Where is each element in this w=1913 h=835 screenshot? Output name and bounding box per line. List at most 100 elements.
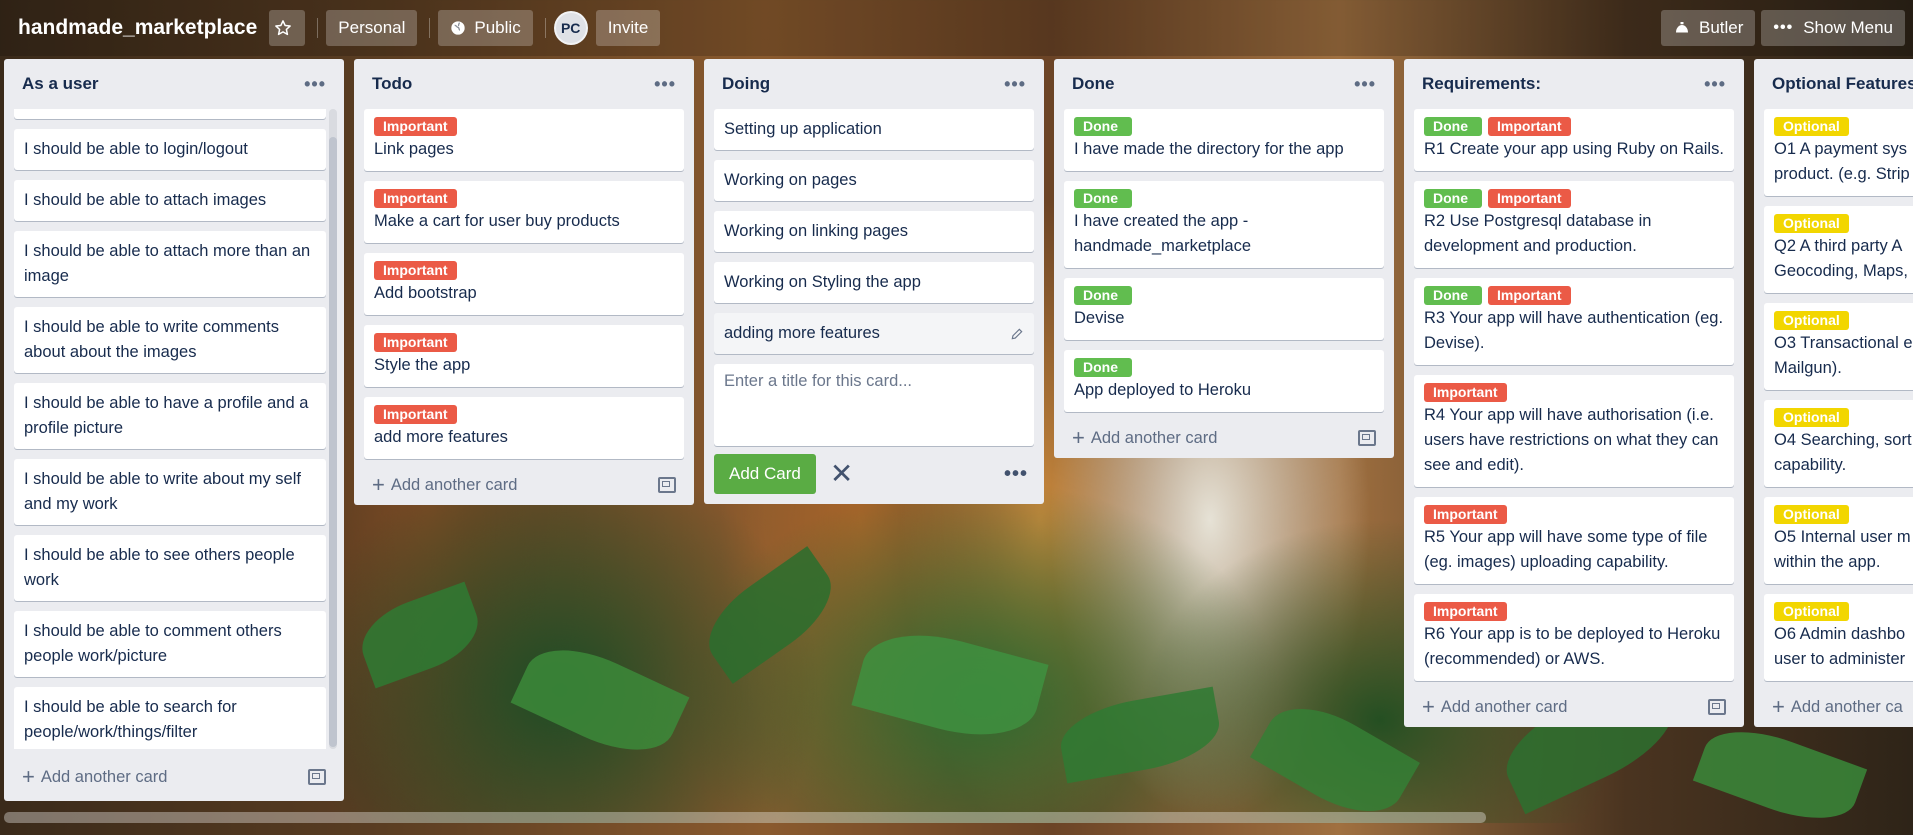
list-card[interactable]: Important Link pages <box>364 109 684 171</box>
plus-icon: + <box>1422 694 1435 719</box>
list-doing: Doing ••• Setting up application Working… <box>704 59 1044 504</box>
list-card[interactable]: Setting up application <box>714 109 1034 150</box>
list-card[interactable]: I should be able to comment others peopl… <box>14 611 326 677</box>
list-card[interactable]: Important Make a cart for user buy produ… <box>364 181 684 243</box>
list-card[interactable]: I should be able to attach more than an … <box>14 231 326 297</box>
list-card[interactable]: Important Style the app <box>364 325 684 387</box>
card-template-icon[interactable] <box>1708 699 1726 715</box>
add-card-label: Add another card <box>1440 697 1568 716</box>
add-card-button[interactable]: + Add another card <box>364 465 684 505</box>
visibility-button[interactable]: Public <box>438 10 533 46</box>
list-scrollbar[interactable] <box>329 109 337 749</box>
list-cards-scroll[interactable]: I should be able to login/logout I shoul… <box>14 109 326 749</box>
plus-icon: + <box>1072 425 1085 450</box>
label-done: Done <box>1074 286 1132 305</box>
list-card[interactable]: Working on pages <box>714 160 1034 201</box>
scrollbar-thumb[interactable] <box>329 137 337 747</box>
list-card[interactable]: Done I have created the app - handmade_m… <box>1064 181 1384 268</box>
list-card[interactable]: Done Devise <box>1064 278 1384 340</box>
star-button[interactable] <box>269 10 306 46</box>
list-card[interactable]: I should be able to have a profile and a… <box>14 383 326 449</box>
add-card-button[interactable]: + Add another card <box>1414 687 1734 727</box>
list-menu-icon[interactable]: ••• <box>1004 74 1026 95</box>
butler-label: Butler <box>1698 18 1744 37</box>
foliage <box>1692 714 1868 835</box>
list-card[interactable]: Done Important R2 Use Postgresql databas… <box>1414 181 1734 268</box>
butler-icon <box>1674 22 1690 34</box>
list-title[interactable]: Doing <box>722 74 770 94</box>
list-card[interactable]: Optional O1 A payment sys product. (e.g.… <box>1764 109 1913 196</box>
label-optional: Optional <box>1774 505 1849 524</box>
list-card[interactable]: Optional O6 Admin dashbo user to adminis… <box>1764 594 1913 681</box>
foliage <box>1250 687 1420 833</box>
list-menu-icon[interactable]: ••• <box>304 74 326 95</box>
add-card-label: Add another card <box>40 767 168 786</box>
label-important: Important <box>1424 602 1507 621</box>
label-optional: Optional <box>1774 214 1849 233</box>
edit-pencil-icon[interactable] <box>1010 327 1024 341</box>
more-options-icon[interactable]: ••• <box>1004 463 1028 486</box>
label-optional: Optional <box>1774 117 1849 136</box>
list-card[interactable]: Optional O4 Searching, sort capability. <box>1764 400 1913 487</box>
show-menu-button[interactable]: ••• Show Menu <box>1761 10 1905 46</box>
list-title[interactable]: Requirements: <box>1422 74 1541 94</box>
list-card[interactable]: Done Important R3 Your app will have aut… <box>1414 278 1734 365</box>
list-card[interactable]: I should be able to attach images <box>14 180 326 221</box>
list-card[interactable]: Important R4 Your app will have authoris… <box>1414 375 1734 487</box>
list-card[interactable]: I should be able to search for people/wo… <box>14 687 326 749</box>
list-card[interactable]: Done Important R1 Create your app using … <box>1414 109 1734 171</box>
card-title: Link pages <box>374 140 454 158</box>
card-partial[interactable] <box>14 109 326 119</box>
butler-button[interactable]: Butler <box>1660 10 1756 46</box>
list-card[interactable]: Important R5 Your app will have some typ… <box>1414 497 1734 584</box>
add-card-button[interactable]: + Add another ca <box>1764 687 1913 727</box>
team-button[interactable]: Personal <box>326 10 418 46</box>
list-menu-icon[interactable]: ••• <box>654 74 676 95</box>
list-title[interactable]: Todo <box>372 74 412 94</box>
list-card[interactable]: Optional O3 Transactional e Mailgun). <box>1764 303 1913 390</box>
card-composer <box>714 364 1034 446</box>
invite-button[interactable]: Invite <box>595 10 661 46</box>
card-template-icon[interactable] <box>308 769 326 785</box>
list-card[interactable]: Important R6 Your app is to be deployed … <box>1414 594 1734 681</box>
board-header: handmade_marketplace Personal Public PC … <box>0 0 1913 56</box>
add-card-button[interactable]: + Add another card <box>14 757 334 797</box>
card-template-icon[interactable] <box>1358 430 1376 446</box>
list-card[interactable]: Important Add bootstrap <box>364 253 684 315</box>
list-menu-icon[interactable]: ••• <box>1704 74 1726 95</box>
card-template-icon[interactable] <box>658 477 676 493</box>
list-card-hovered[interactable]: adding more features <box>714 313 1034 354</box>
list-as-a-user: As a user ••• I should be able to login/… <box>4 59 344 801</box>
board-horizontal-scrollbar[interactable] <box>4 812 1486 823</box>
list-todo: Todo ••• Important Link pages Important … <box>354 59 694 505</box>
list-card[interactable]: Done I have made the directory for the a… <box>1064 109 1384 171</box>
list-card[interactable]: I should be able to login/logout <box>14 129 326 170</box>
card-title: add more features <box>374 428 508 446</box>
label-optional: Optional <box>1774 602 1849 621</box>
label-optional: Optional <box>1774 408 1849 427</box>
list-card[interactable]: I should be able to write about my self … <box>14 459 326 525</box>
member-avatar[interactable]: PC <box>553 11 588 45</box>
label-done: Done <box>1074 189 1132 208</box>
close-icon[interactable]: ✕ <box>830 460 853 488</box>
add-card-submit-button[interactable]: Add Card <box>714 454 816 494</box>
add-card-button[interactable]: + Add another card <box>1064 418 1384 458</box>
list-title[interactable]: As a user <box>22 74 99 94</box>
list-card[interactable]: Working on Styling the app <box>714 262 1034 303</box>
list-card[interactable]: I should be able to write comments about… <box>14 307 326 373</box>
card-title: O3 Transactional e Mailgun). <box>1774 334 1913 377</box>
list-card[interactable]: Optional Q2 A third party A Geocoding, M… <box>1764 206 1913 293</box>
list-card[interactable]: Important add more features <box>364 397 684 459</box>
list-title[interactable]: Optional Features <box>1772 74 1913 94</box>
list-card[interactable]: Optional O5 Internal user m within the a… <box>1764 497 1913 584</box>
list-title[interactable]: Done <box>1072 74 1115 94</box>
list-card[interactable]: Working on linking pages <box>714 211 1034 252</box>
label-important: Important <box>1488 117 1571 136</box>
list-card[interactable]: Done App deployed to Heroku <box>1064 350 1384 412</box>
card-title: O5 Internal user m within the app. <box>1774 528 1911 571</box>
list-card[interactable]: I should be able to see others people wo… <box>14 535 326 601</box>
card-title-input[interactable] <box>724 372 1024 432</box>
list-menu-icon[interactable]: ••• <box>1354 74 1376 95</box>
foliage <box>851 618 1049 752</box>
board-title[interactable]: handmade_marketplace <box>8 16 269 40</box>
